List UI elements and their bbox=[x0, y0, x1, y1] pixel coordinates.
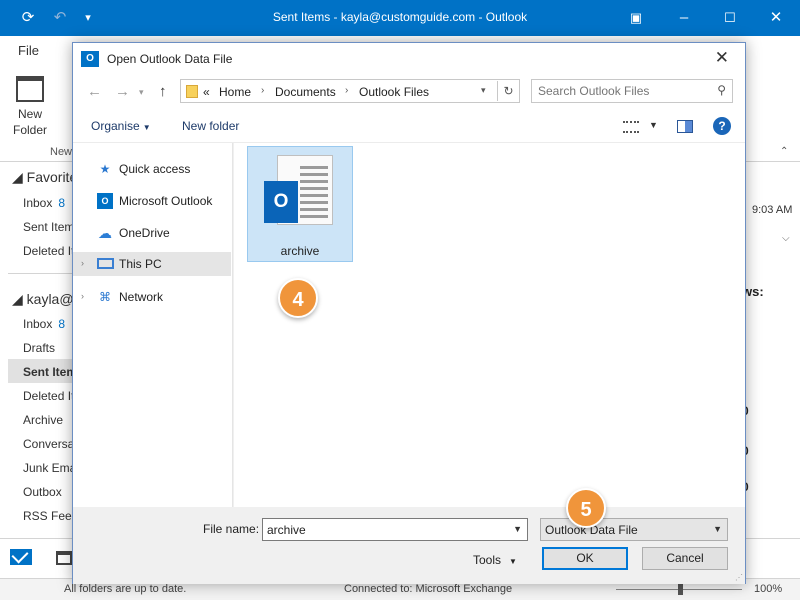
tree-item-microsoft-outlook[interactable]: O Microsoft Outlook bbox=[73, 189, 231, 213]
organise-button[interactable]: Organise ▼ bbox=[91, 119, 151, 133]
network-icon: ⌘ bbox=[99, 290, 111, 304]
breadcrumb-documents[interactable]: Documents bbox=[275, 85, 336, 99]
tree-item-network[interactable]: › ⌘ Network bbox=[73, 285, 231, 309]
ribbon-display-icon[interactable]: ▣ bbox=[626, 8, 646, 28]
tree-item-quick-access[interactable]: ★ Quick access bbox=[73, 157, 231, 181]
breadcrumb-home[interactable]: Home bbox=[219, 85, 251, 99]
outlook-data-file-icon: O bbox=[264, 181, 298, 223]
file-tab[interactable]: File bbox=[18, 43, 39, 58]
breadcrumb-outlook-files[interactable]: Outlook Files bbox=[359, 85, 429, 99]
message-time: 9:03 AM bbox=[752, 204, 793, 216]
dialog-titlebar: O Open Outlook Data File ✕ bbox=[73, 43, 745, 75]
computer-icon bbox=[97, 258, 114, 269]
nav-folder-deleted-items[interactable]: Deleted It bbox=[23, 244, 74, 258]
chevron-right-icon[interactable]: › bbox=[345, 85, 348, 96]
outlook-titlebar: ⟳ ↶ ▾ Sent Items - kayla@customguide.com… bbox=[0, 0, 800, 36]
ok-button[interactable]: OK bbox=[542, 547, 628, 570]
chevron-down-icon[interactable]: ▼ bbox=[649, 120, 658, 130]
outlook-icon: O bbox=[81, 51, 99, 67]
file-type-select[interactable]: Outlook Data File ▼ bbox=[540, 518, 728, 541]
navigation-tree: ★ Quick access O Microsoft Outlook ☁ One… bbox=[73, 143, 233, 507]
nav-folder-drafts[interactable]: Drafts bbox=[23, 341, 55, 355]
tools-button[interactable]: Tools ▼ bbox=[473, 553, 517, 567]
folder-icon bbox=[186, 85, 198, 98]
step-badge-4: 4 bbox=[278, 278, 318, 318]
tree-item-this-pc[interactable]: › This PC bbox=[73, 252, 231, 276]
breadcrumb-overflow[interactable]: « bbox=[203, 85, 210, 99]
close-icon[interactable]: ✕ bbox=[715, 48, 729, 68]
nav-folder-inbox[interactable]: Inbox 8 bbox=[23, 317, 65, 331]
expand-arrow-icon[interactable]: › bbox=[81, 291, 84, 301]
refresh-icon[interactable]: ↻ bbox=[497, 81, 519, 101]
help-icon[interactable]: ? bbox=[713, 117, 731, 135]
account-header[interactable]: ◢ kayla@ bbox=[12, 291, 74, 308]
dialog-title: Open Outlook Data File bbox=[107, 52, 233, 66]
preview-pane-icon[interactable] bbox=[677, 120, 693, 133]
dialog-toolbar: Organise ▼ New folder ▼ ? bbox=[73, 111, 745, 143]
search-input[interactable] bbox=[538, 83, 703, 99]
cloud-icon: ☁ bbox=[98, 225, 112, 241]
nav-folder-archive[interactable]: Archive bbox=[23, 413, 63, 427]
file-name: archive bbox=[280, 244, 320, 258]
chevron-down-icon[interactable]: ▾ bbox=[481, 85, 486, 96]
address-bar[interactable]: « Home › Documents › Outlook Files ▾ ↻ bbox=[180, 79, 520, 103]
file-name-combobox[interactable]: ▼ bbox=[262, 518, 528, 541]
view-options-icon[interactable] bbox=[623, 121, 639, 133]
nav-folder-conversation-history[interactable]: Conversa bbox=[23, 437, 74, 451]
nav-folder-outbox[interactable]: Outbox bbox=[23, 485, 62, 499]
nav-folder-deleted-items[interactable]: Deleted It bbox=[23, 389, 74, 403]
calendar-icon[interactable] bbox=[56, 551, 72, 565]
collapse-ribbon-icon[interactable]: ⌃ bbox=[780, 146, 788, 157]
file-name-label: File name: bbox=[203, 522, 260, 536]
star-icon: ★ bbox=[99, 162, 111, 176]
new-folder-button[interactable]: New Folder bbox=[10, 106, 50, 138]
nav-folder-inbox[interactable]: Inbox 8 bbox=[23, 196, 65, 210]
back-arrow-icon[interactable]: ← bbox=[87, 83, 102, 100]
zoom-level[interactable]: 100% bbox=[754, 583, 782, 595]
new-folder-icon[interactable] bbox=[16, 76, 44, 102]
nav-folder-sent-items[interactable]: Sent Item bbox=[23, 220, 74, 234]
connection-status: Connected to: Microsoft Exchange bbox=[344, 583, 513, 595]
file-name-input[interactable] bbox=[267, 522, 503, 538]
step-badge-5: 5 bbox=[566, 488, 606, 528]
divider bbox=[8, 273, 80, 274]
resize-grip-icon[interactable]: ⋰ bbox=[735, 573, 743, 582]
chevron-right-icon[interactable]: › bbox=[261, 85, 264, 96]
outlook-icon: O bbox=[97, 193, 113, 209]
folder-pane: ◢ Favorite Inbox 8 Sent Item Deleted It ◢… bbox=[0, 163, 84, 538]
zoom-slider-thumb[interactable] bbox=[678, 583, 683, 595]
nav-folder-sent-items[interactable]: Sent Item bbox=[23, 365, 77, 379]
expand-arrow-icon[interactable]: › bbox=[81, 258, 84, 268]
nav-folder-junk-email[interactable]: Junk Ema bbox=[23, 461, 76, 475]
file-item-archive[interactable]: O archive bbox=[247, 146, 353, 262]
minimize-icon[interactable]: – bbox=[674, 8, 694, 28]
mail-icon[interactable] bbox=[10, 549, 32, 565]
ribbon-group-new: New bbox=[50, 146, 73, 158]
search-box[interactable]: ⚲ bbox=[531, 79, 733, 103]
close-window-icon[interactable]: ✕ bbox=[766, 8, 786, 28]
open-data-file-dialog: O Open Outlook Data File ✕ ← → ▾ ↑ « Hom… bbox=[72, 42, 746, 584]
chevron-down-icon[interactable]: ⌵ bbox=[782, 233, 790, 244]
maximize-icon[interactable]: ☐ bbox=[720, 8, 740, 28]
sync-status: All folders are up to date. bbox=[64, 583, 187, 595]
address-row: ← → ▾ ↑ « Home › Documents › Outlook Fil… bbox=[73, 75, 745, 111]
search-icon[interactable]: ⚲ bbox=[717, 83, 726, 97]
new-folder-button[interactable]: New folder bbox=[182, 119, 239, 133]
cancel-button[interactable]: Cancel bbox=[642, 547, 728, 570]
chevron-down-icon[interactable]: ▼ bbox=[513, 524, 522, 534]
forward-arrow-icon[interactable]: → bbox=[115, 83, 130, 100]
up-arrow-icon[interactable]: ↑ bbox=[159, 83, 167, 100]
dialog-footer: File name: ▼ Outlook Data File ▼ Tools▼ … bbox=[73, 507, 745, 584]
favorites-header[interactable]: ◢ Favorite bbox=[12, 169, 77, 186]
file-list: O archive bbox=[234, 143, 745, 507]
tree-item-onedrive[interactable]: ☁ OneDrive bbox=[73, 221, 231, 245]
chevron-down-icon[interactable]: ▼ bbox=[713, 524, 722, 534]
recent-locations-icon[interactable]: ▾ bbox=[139, 87, 144, 98]
